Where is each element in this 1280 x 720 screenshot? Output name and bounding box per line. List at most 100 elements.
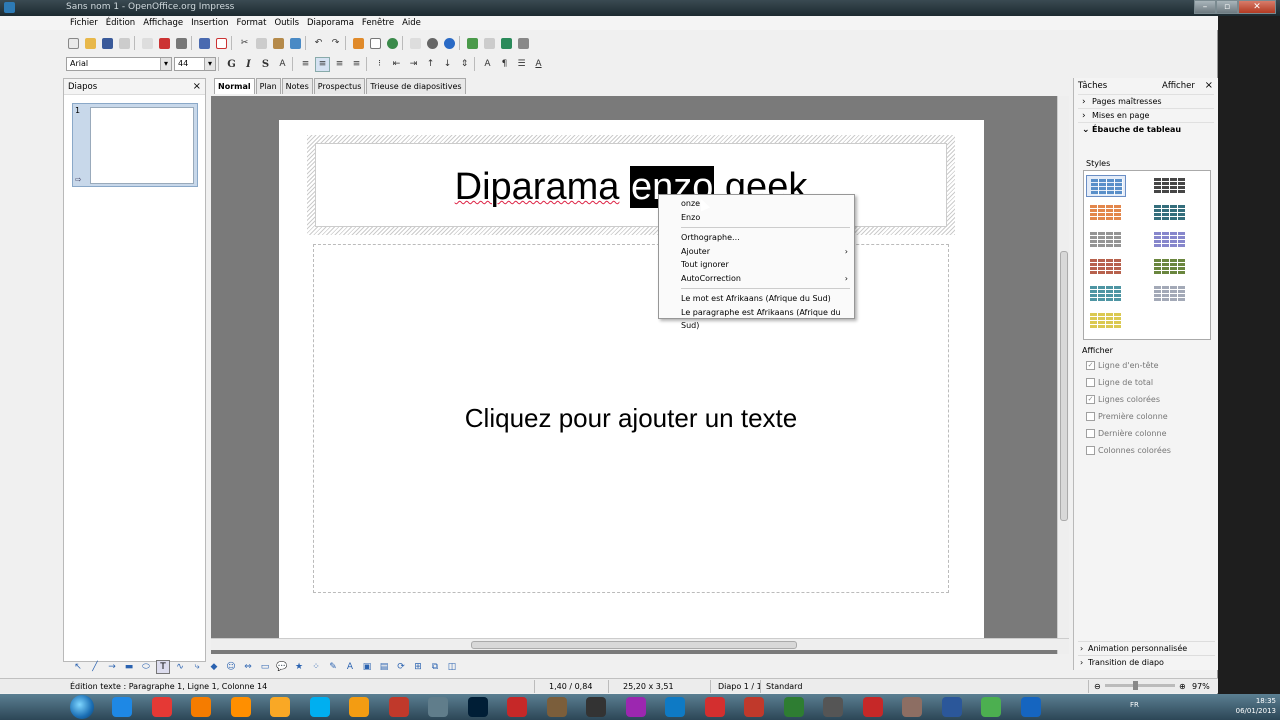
align-icon[interactable]: ⊞ xyxy=(411,660,425,674)
align-left-icon[interactable]: ≡ xyxy=(298,57,313,72)
chart-icon[interactable] xyxy=(351,36,366,51)
taskbar-steam-icon[interactable] xyxy=(1020,697,1041,717)
glue-points-icon[interactable]: ✎ xyxy=(326,660,340,674)
taskbar-picasa-icon[interactable] xyxy=(625,697,646,717)
tab-prospectus[interactable]: Prospectus xyxy=(313,78,366,94)
menu-item-paragraph-language[interactable]: Le paragraphe est Afrikaans (Afrique du … xyxy=(659,306,854,331)
fontwork-icon[interactable]: A xyxy=(343,660,357,674)
demote-icon[interactable]: ⇤ xyxy=(389,57,404,72)
cut-icon[interactable]: ✂ xyxy=(237,36,252,51)
section-layouts[interactable]: Mises en page xyxy=(1078,108,1214,123)
language-indicator[interactable]: FR xyxy=(1130,701,1139,709)
save-icon[interactable] xyxy=(100,36,115,51)
curve-icon[interactable]: ∿ xyxy=(173,660,187,674)
taskbar-skype-icon[interactable] xyxy=(309,697,330,717)
close-icon[interactable]: × xyxy=(193,79,201,95)
zoom-in-icon[interactable]: ⊕ xyxy=(1179,679,1186,694)
rotate-icon[interactable]: ⟳ xyxy=(394,660,408,674)
taskbar-filezilla-icon[interactable] xyxy=(507,697,527,717)
table-style-swatch[interactable] xyxy=(1150,283,1190,305)
line-icon[interactable]: ╱ xyxy=(88,660,102,674)
symbol-shapes-icon[interactable]: ☺ xyxy=(224,660,238,674)
menu-affichage[interactable]: Affichage xyxy=(139,16,187,30)
spacing-icon[interactable]: ⇕ xyxy=(457,57,472,72)
suggestion-onze[interactable]: onze xyxy=(659,197,854,211)
title-textbox[interactable]: Diparama enzo geek xyxy=(307,135,955,235)
callouts-icon[interactable]: 💬 xyxy=(275,660,289,674)
taskbar-opera-icon[interactable] xyxy=(744,697,764,717)
checkbox-icon[interactable] xyxy=(1086,378,1095,387)
taskbar-k-icon[interactable] xyxy=(862,697,883,717)
system-clock[interactable]: 18:35 06/01/2013 xyxy=(1236,696,1276,718)
taskbar-utorrent-icon[interactable] xyxy=(783,697,804,717)
present-icon[interactable] xyxy=(516,36,531,51)
table-icon[interactable] xyxy=(368,36,383,51)
menu-format[interactable]: Format xyxy=(232,16,270,30)
spellcheck-icon[interactable] xyxy=(197,36,212,51)
display-grid-icon[interactable] xyxy=(465,36,480,51)
contour-icon[interactable]: A xyxy=(275,57,290,72)
points-icon[interactable]: ⁘ xyxy=(309,660,323,674)
email-icon[interactable] xyxy=(117,36,132,51)
table-style-swatch[interactable] xyxy=(1086,283,1126,305)
minimize-button[interactable]: – xyxy=(1194,0,1216,14)
slideshow-icon[interactable] xyxy=(499,36,514,51)
taskbar-photoshop-icon[interactable] xyxy=(467,697,488,717)
checkbox-icon[interactable]: ✓ xyxy=(1086,361,1095,370)
table-style-swatch[interactable] xyxy=(1150,202,1190,224)
start-button[interactable] xyxy=(70,695,94,719)
align-center-icon[interactable]: ≡ xyxy=(315,56,330,72)
justify-icon[interactable]: ≡ xyxy=(349,57,364,72)
taskbar-vlc-icon[interactable] xyxy=(230,697,251,717)
slide-layout-icon[interactable] xyxy=(482,36,497,51)
grid-icon[interactable] xyxy=(408,36,423,51)
help-icon[interactable] xyxy=(442,36,457,51)
taskbar-monitor-icon[interactable] xyxy=(428,697,448,717)
copy-icon[interactable] xyxy=(254,36,269,51)
vertical-scrollbar[interactable] xyxy=(1057,96,1069,654)
ellipse-icon[interactable]: ⬭ xyxy=(139,660,153,674)
open-icon[interactable] xyxy=(83,36,98,51)
section-table-design[interactable]: Ébauche de tableau xyxy=(1078,122,1214,137)
bold-button[interactable]: G xyxy=(224,57,239,72)
close-icon[interactable]: × xyxy=(1205,78,1213,94)
table-style-swatch[interactable] xyxy=(1150,229,1190,251)
format-paintbrush-icon[interactable] xyxy=(288,36,303,51)
autospellcheck-icon[interactable] xyxy=(214,36,229,51)
menu-item-autocorrect[interactable]: AutoCorrection › xyxy=(659,272,854,286)
table-option-checkbox[interactable]: Première colonne xyxy=(1086,412,1168,421)
taskbar-ie-icon[interactable] xyxy=(112,697,132,717)
text-tool-icon[interactable]: T xyxy=(156,660,170,674)
taskbar-winamp-icon[interactable] xyxy=(349,697,369,717)
extrusion-icon[interactable]: ◫ xyxy=(445,660,459,674)
image-icon[interactable]: ▣ xyxy=(360,660,374,674)
menu-outils[interactable]: Outils xyxy=(270,16,303,30)
export-pdf-icon[interactable] xyxy=(157,36,172,51)
move-down-icon[interactable]: ↓ xyxy=(440,57,455,72)
menu-item-word-language[interactable]: Le mot est Afrikaans (Afrique du Sud) xyxy=(659,292,854,306)
taskbar-obs-icon[interactable] xyxy=(586,697,606,717)
maximize-button[interactable]: ▫ xyxy=(1216,0,1238,14)
taskbar-gadget-icon[interactable] xyxy=(981,697,1001,717)
menu-diaporama[interactable]: Diaporama xyxy=(303,16,358,30)
table-style-swatch[interactable] xyxy=(1086,310,1126,332)
taskbar-warcraft-icon[interactable] xyxy=(902,697,922,717)
menu-aide[interactable]: Aide xyxy=(398,16,425,30)
font-color-icon[interactable]: A xyxy=(531,57,546,72)
flowchart-icon[interactable]: ▭ xyxy=(258,660,272,674)
tab-slide-sorter[interactable]: Trieuse de diapositives xyxy=(366,78,466,94)
zoom-out-icon[interactable]: ⊖ xyxy=(1094,679,1101,694)
character-icon[interactable]: A xyxy=(480,57,495,72)
menu-fichier[interactable]: Fichier xyxy=(66,16,102,30)
table-option-checkbox[interactable]: ✓ Ligne d'en-tête xyxy=(1086,361,1159,370)
move-up-icon[interactable]: ↑ xyxy=(423,57,438,72)
print-icon[interactable] xyxy=(174,36,189,51)
taskbar-explorer-icon[interactable] xyxy=(270,697,290,717)
font-size-select[interactable]: 44 xyxy=(174,57,216,71)
section-slide-transition[interactable]: Transition de diapo xyxy=(1078,655,1215,670)
redo-icon[interactable]: ↷ xyxy=(328,36,343,51)
stars-icon[interactable]: ★ xyxy=(292,660,306,674)
table-style-swatch[interactable] xyxy=(1086,256,1126,278)
menu-item-spelling[interactable]: Orthographe... xyxy=(659,231,854,245)
select-icon[interactable]: ↖ xyxy=(71,660,85,674)
